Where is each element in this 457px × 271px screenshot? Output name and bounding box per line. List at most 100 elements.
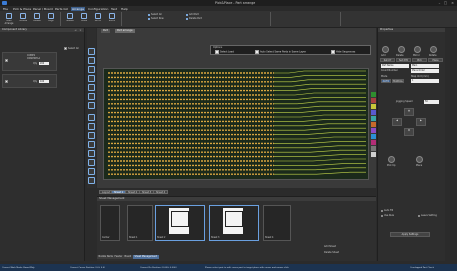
menu-item-test[interactable]: Test	[110, 7, 118, 11]
settings-tool-icon[interactable]	[88, 177, 95, 184]
pin-icon[interactable]: ⊿	[74, 29, 77, 32]
align-center-tool-icon[interactable]	[88, 84, 95, 91]
tab-part-arrange[interactable]: Part arrange	[115, 29, 135, 33]
jog-up-button[interactable]: ▲	[404, 108, 414, 116]
rotate-button[interactable]: Rotate	[31, 12, 43, 26]
zoom-button[interactable]: Zoom	[106, 12, 118, 26]
place-icon[interactable]	[416, 156, 423, 163]
mirror-icon[interactable]	[414, 46, 421, 53]
pointer-tool-icon[interactable]	[88, 48, 95, 55]
delete-icon[interactable]	[398, 46, 405, 53]
manual-mode-button[interactable]: MANUAL	[392, 79, 404, 83]
distribute-tool-icon[interactable]	[88, 102, 95, 109]
tab-part[interactable]: Part	[101, 29, 110, 33]
apply-settings-button[interactable]: Apply Settings	[390, 232, 430, 237]
menu-item-file[interactable]: File	[2, 7, 9, 11]
sheet-thumbnail[interactable]: Sheet 3	[209, 205, 259, 241]
tab-pick[interactable]: Pick	[412, 58, 427, 62]
nozzle-button[interactable]: Nozzle	[64, 12, 76, 26]
add-icon[interactable]	[382, 46, 389, 53]
layer-color-swatch[interactable]	[371, 116, 376, 121]
grid-tool-icon[interactable]	[88, 66, 95, 73]
select-all-tool[interactable]: Select All	[148, 13, 162, 16]
tab-place[interactable]: Place	[428, 58, 443, 62]
measure-tool-icon[interactable]	[88, 132, 95, 139]
jog-right-button[interactable]: ▶	[416, 118, 426, 126]
layer-color-swatch[interactable]	[371, 134, 376, 139]
sheet-thumbnail[interactable]: Sheet 4	[263, 205, 291, 241]
menu-item-arrange[interactable]: Arrange	[71, 6, 85, 11]
count-select[interactable]: Place Order	[411, 69, 439, 73]
sheet-tab-2[interactable]: Sheet 2	[125, 190, 141, 194]
export-tool-icon[interactable]	[88, 168, 95, 175]
move-button[interactable]: Move	[78, 12, 90, 26]
pcb-board-view[interactable]	[103, 68, 369, 180]
part-name-select[interactable]: Part Name	[381, 64, 409, 68]
use-rule-checkbox[interactable]	[381, 215, 383, 217]
component-card[interactable]: Qty 100	[2, 74, 57, 88]
jog-left-button[interactable]: ◀	[392, 118, 402, 126]
align-left-tool-icon[interactable]	[88, 75, 95, 82]
menu-item-pick-place[interactable]: Pick & Place	[12, 7, 32, 11]
select-box-tool-icon[interactable]	[88, 57, 95, 64]
tab-board[interactable]: Board	[123, 255, 133, 259]
add-sheet-button[interactable]: Add Sheet	[324, 245, 336, 248]
step-unit-input[interactable]: 1	[411, 79, 439, 83]
close-icon[interactable]: ×	[79, 29, 82, 32]
sheet-thumbnail[interactable]: Sheet 1	[127, 205, 153, 241]
sheet-tab-4[interactable]: Sheet 4	[153, 190, 169, 194]
qty-input[interactable]: 200	[39, 62, 49, 65]
close-icon[interactable]: ×	[450, 1, 455, 5]
rotate-icon[interactable]	[430, 46, 437, 53]
sheet-tab-1[interactable]: Sheet 1	[111, 190, 127, 194]
add-part-tool[interactable]: Add Part	[186, 13, 199, 16]
maximize-icon[interactable]: □	[443, 1, 448, 5]
mirror-button[interactable]: Mirror	[92, 12, 104, 26]
select-lead-option[interactable]: Select Lead	[215, 50, 234, 54]
layer-color-swatch[interactable]	[371, 110, 376, 115]
menu-item-parts-list[interactable]: Parts list	[54, 7, 69, 11]
layer-color-swatch[interactable]	[371, 98, 376, 103]
minimize-icon[interactable]: –	[437, 1, 442, 5]
tab-sheet-management[interactable]: Sheet Management	[133, 255, 159, 259]
layer-color-swatch[interactable]	[371, 104, 376, 109]
sheet-thumbnail[interactable]: Sheet 2	[155, 205, 205, 241]
auto-arrange-button[interactable]: Auto Arrange	[3, 12, 15, 26]
auto-fill-checkbox[interactable]	[381, 210, 383, 212]
component-card[interactable]: COMP1 C0603RH-A Qty 200	[2, 52, 57, 71]
align-right-tool-icon[interactable]	[88, 93, 95, 100]
component-tool-icon[interactable]	[88, 159, 95, 166]
layer-color-swatch[interactable]	[371, 152, 376, 157]
layer-tool-icon[interactable]	[88, 150, 95, 157]
menu-item-panel-board[interactable]: Panel / Board	[32, 7, 54, 11]
menu-item-configuration[interactable]: Configuration	[87, 7, 109, 11]
component-checkbox[interactable]	[5, 80, 8, 83]
pick-icon[interactable]	[388, 156, 395, 163]
sheet-tab-3[interactable]: Sheet 3	[139, 190, 155, 194]
jog-down-button[interactable]: ▼	[404, 128, 414, 136]
undo-tool-icon[interactable]	[88, 114, 95, 121]
snap-tool-icon[interactable]	[88, 141, 95, 148]
component-checkbox[interactable]	[5, 59, 8, 62]
select-all-checkbox[interactable]	[64, 47, 67, 50]
tab-set-xyr[interactable]: Set XYR	[396, 58, 411, 62]
layer-color-swatch[interactable]	[371, 146, 376, 151]
qty-input[interactable]: 100	[39, 80, 49, 83]
hide-sequences-option[interactable]: Hide Sequences	[331, 50, 355, 54]
align-button[interactable]: Align	[45, 12, 57, 26]
carrier-thumbnail[interactable]: Carrier	[100, 205, 120, 241]
fiducial-button[interactable]: Fiducial	[17, 12, 29, 26]
layer-color-swatch[interactable]	[371, 122, 376, 127]
delete-part-tool[interactable]: Delete Part	[186, 17, 202, 20]
main-select[interactable]: Main	[411, 64, 439, 68]
select-row-tool[interactable]: Select Row	[148, 17, 164, 20]
delete-sheet-button[interactable]: Delete Sheet	[324, 251, 339, 254]
layer-color-swatch[interactable]	[371, 128, 376, 133]
auto-select-same-parts-option[interactable]: Auto Select Same Parts in Same Layer	[255, 50, 306, 54]
tab-set-xy[interactable]: Set XY	[380, 58, 395, 62]
menu-item-help[interactable]: Help	[120, 7, 129, 11]
layer-color-swatch[interactable]	[371, 140, 376, 145]
redo-tool-icon[interactable]	[88, 123, 95, 130]
leave-setting-checkbox[interactable]	[418, 215, 420, 217]
jog-speed-input[interactable]: 50	[424, 100, 439, 104]
